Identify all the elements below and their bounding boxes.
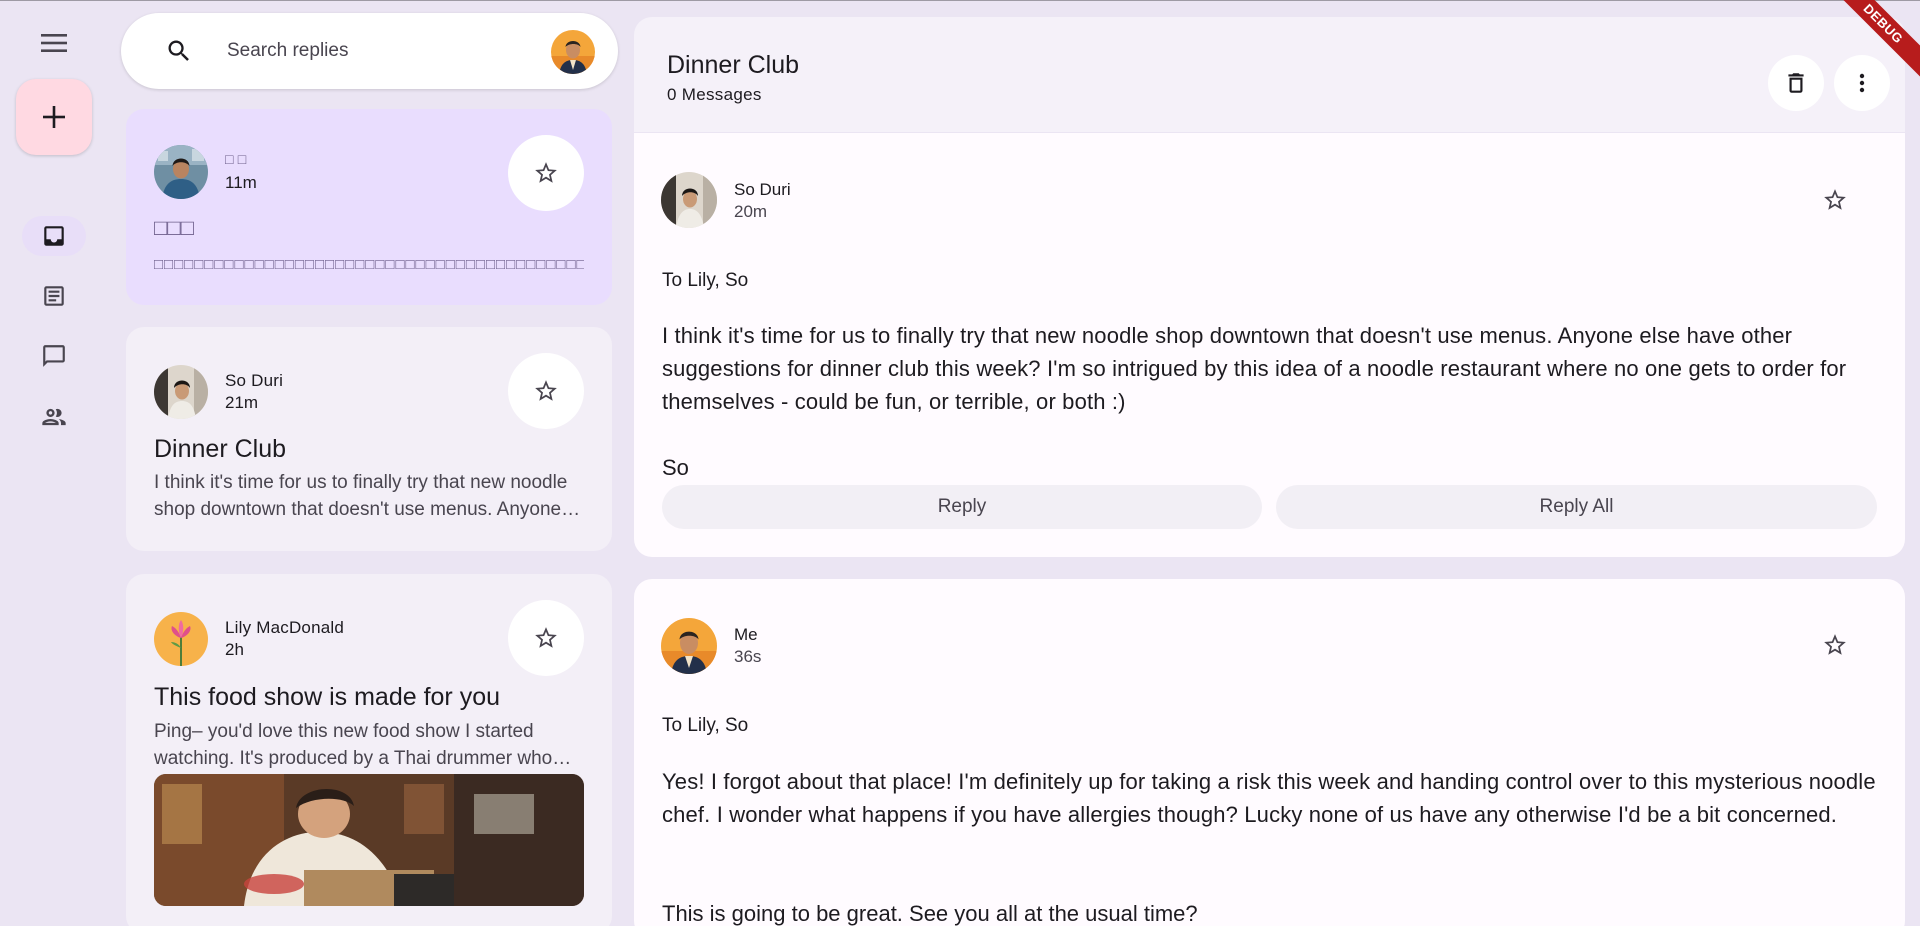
sender-name: Lily MacDonald (225, 618, 345, 637)
message-body: Yes! I forgot about that place! I'm defi… (662, 769, 1876, 827)
message-card: Me 36s To Lily, So Yes! I forgot about t… (634, 579, 1905, 926)
message-signature: This is going to be great. See you all a… (662, 901, 1198, 926)
star-button[interactable] (508, 600, 584, 676)
search-bar (121, 13, 618, 89)
compose-button[interactable] (16, 79, 92, 155)
email-time: 2h (225, 640, 244, 659)
email-time: 11m (225, 173, 257, 192)
group-icon (42, 408, 66, 426)
sender-avatar (154, 145, 208, 199)
email-card[interactable]: So Duri 21m Dinner Club I think it's tim… (126, 327, 612, 551)
inbox-icon (44, 226, 64, 246)
rail-item-articles[interactable] (22, 276, 86, 316)
email-preview: I think it's time for us to finally try … (154, 472, 568, 520)
sender-name: Me (734, 625, 758, 644)
delete-button[interactable] (1768, 55, 1824, 111)
navigation-rail (0, 1, 108, 926)
delete-icon (1788, 73, 1804, 93)
message-body: I think it's time for us to finally try … (662, 323, 1847, 414)
email-subject: Dinner Club (154, 435, 287, 463)
sender-name: □ □ (225, 151, 247, 167)
more-vert-icon (1859, 73, 1865, 93)
search-icon[interactable] (165, 37, 193, 65)
email-card[interactable]: Lily MacDonald 2h This food show is made… (126, 574, 612, 926)
sender-name: So Duri (734, 180, 791, 199)
rail-item-inbox[interactable] (22, 216, 86, 256)
more-options-button[interactable] (1834, 55, 1890, 111)
email-subject: □□□ (154, 215, 194, 240)
rail-item-chat[interactable] (22, 336, 86, 376)
detail-header: Dinner Club 0 Messages (634, 17, 1905, 132)
email-preview: □□□□□□□□□□□□□□□□□□□□□□□□□□□□□□□□□□□□□□□□… (154, 256, 584, 273)
sender-avatar (154, 365, 208, 419)
message-recipients: To Lily, So (662, 715, 749, 736)
star-outline-icon (535, 380, 557, 401)
star-outline-icon[interactable] (1822, 187, 1848, 213)
rail-item-groups[interactable] (22, 397, 86, 437)
message-card: So Duri 20m To Lily, So I think it's tim… (634, 133, 1905, 557)
star-button[interactable] (508, 135, 584, 211)
star-outline-icon (535, 627, 557, 648)
email-time: 21m (225, 393, 259, 412)
message-time: 36s (734, 647, 762, 666)
star-button[interactable] (508, 353, 584, 429)
article-icon (44, 286, 64, 306)
sender-avatar (661, 618, 717, 674)
search-input[interactable] (227, 35, 527, 67)
reply-button[interactable]: Reply (662, 485, 1262, 529)
menu-icon (41, 34, 67, 52)
chat-icon (43, 345, 65, 367)
message-signature: So (662, 455, 689, 480)
star-outline-icon[interactable] (1822, 632, 1848, 658)
message-count: 0 Messages (667, 85, 762, 104)
menu-button[interactable] (34, 23, 74, 63)
user-avatar[interactable] (551, 30, 595, 74)
message-time: 20m (734, 202, 768, 221)
reply-all-button[interactable]: Reply All (1276, 485, 1877, 529)
thread-title: Dinner Club (667, 51, 800, 79)
email-card[interactable]: □ □ 11m □□□ □□□□□□□□□□□□□□□□□□□□□□□□□□□□… (126, 109, 612, 305)
add-icon (43, 106, 65, 128)
message-recipients: To Lily, So (662, 270, 749, 291)
email-attachment-image (154, 774, 584, 906)
email-subject: This food show is made for you (154, 683, 500, 711)
sender-avatar (661, 172, 717, 228)
email-preview: Ping– you'd love this new food show I st… (154, 721, 553, 769)
sender-avatar (154, 612, 208, 666)
sender-name: So Duri (225, 371, 284, 390)
star-outline-icon (535, 162, 557, 183)
